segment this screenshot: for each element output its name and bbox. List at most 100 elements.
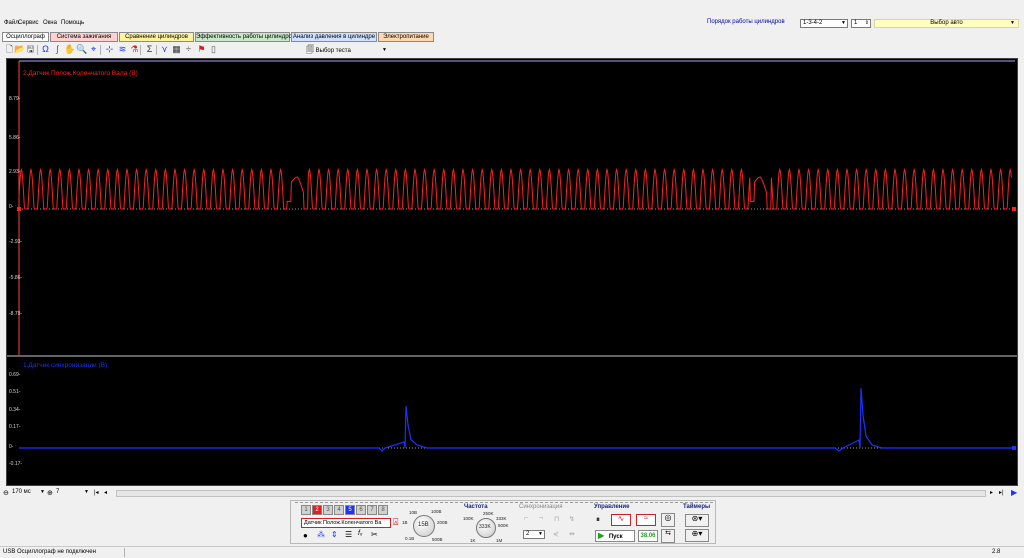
wave-icon[interactable]: ≋ <box>117 44 128 55</box>
menu-help[interactable]: Помощь <box>61 20 84 26</box>
flag-icon[interactable]: ⚑ <box>196 44 207 55</box>
tab-cylinder-efficiency[interactable]: Эффективность работы цилиндров <box>195 32 295 42</box>
open-folder-icon[interactable]: 📂 <box>14 44 25 55</box>
auto-sync-icon[interactable]: ↯ <box>569 515 575 523</box>
falling-edge-icon[interactable]: ¬ <box>539 515 543 522</box>
cylinder-order-select[interactable]: 1-3-4-2 ▼ <box>800 19 848 28</box>
time-scrollbar[interactable] <box>116 490 986 497</box>
channel-button-2[interactable]: 2 <box>312 505 322 515</box>
single-wave-icon[interactable]: ∿ <box>611 514 631 526</box>
crank-sensor-waveform <box>18 167 1012 210</box>
y-tick-label: 0.17- <box>9 424 21 430</box>
cylinder-number-stepper[interactable]: 1 ⇕ <box>851 19 871 28</box>
tools-icon[interactable]: ✂ <box>371 530 378 539</box>
auto-select-dropdown[interactable]: Выбор авто ▼ <box>874 19 1019 28</box>
tab-ignition[interactable]: Система зажигания <box>50 32 118 42</box>
channel-settings-icon[interactable]: ⍓ <box>393 517 398 528</box>
divide-icon[interactable]: ÷ <box>183 44 194 55</box>
probe-icon[interactable]: ⚗ <box>129 44 140 55</box>
channel-b-icon[interactable]: ∫ <box>52 44 63 55</box>
prev-icon[interactable]: ◂ <box>104 489 107 496</box>
timer-2-button[interactable]: ⊕▾ <box>685 529 709 542</box>
tab-label: Осциллограф <box>6 34 45 40</box>
x-tick-label: 63.000 мс <box>380 480 409 486</box>
toolbar-separator <box>156 45 157 55</box>
panel-handle[interactable] <box>295 502 713 504</box>
page-icon[interactable]: ▯ <box>208 44 219 55</box>
channel-button-7[interactable]: 7 <box>367 505 377 515</box>
frequency-value: 333K <box>479 524 491 530</box>
x-tick-label: 84.000 мс <box>500 480 528 486</box>
x-tick-label: 77.000 мс <box>460 480 488 486</box>
channel-a-icon[interactable]: Ω <box>40 44 51 55</box>
zoom-icon[interactable]: 🔍 <box>76 44 87 55</box>
tab-power-supply[interactable]: Электропитание <box>378 32 434 42</box>
test-select-label: Выбор теста <box>315 48 351 54</box>
mode-icon[interactable]: ⇆ <box>661 529 675 543</box>
frequency-title: Частота <box>464 504 488 510</box>
oscilloscope-display[interactable]: 2.Датчик Полож.Коленчатого Вала (В) 1.Да… <box>6 58 1018 486</box>
crosshair-icon[interactable]: ⊹ <box>104 44 115 55</box>
y-tick-label: 0- <box>9 204 14 210</box>
multi-wave-icon[interactable]: ≈ <box>636 514 656 526</box>
sync-level-icon[interactable]: ⋞ <box>553 530 559 538</box>
test-icon: 🗐 <box>306 45 314 54</box>
zoom-in-icon[interactable]: ⊕ <box>47 489 53 497</box>
timers-title: Таймеры <box>683 504 711 510</box>
sync-shift-icon[interactable]: ⇹ <box>569 530 575 538</box>
zoom-out-icon[interactable]: ⊖ <box>3 489 9 497</box>
tab-oscilloscope[interactable]: Осциллограф <box>2 32 49 42</box>
list-icon[interactable]: ☰ <box>345 530 352 539</box>
toolbar-separator <box>140 45 141 55</box>
channel-button-8[interactable]: 8 <box>378 505 388 515</box>
updown-icon[interactable]: ⇕ <box>331 530 338 539</box>
sigma-icon[interactable]: Σ <box>144 44 155 55</box>
next-icon[interactable]: ▸ <box>990 489 993 496</box>
chevron-down-icon[interactable]: ▼ <box>84 489 89 495</box>
rising-edge-icon[interactable]: ⌐ <box>524 515 528 522</box>
hand-icon[interactable]: ✋ <box>64 44 75 55</box>
x-tick-label: 133.000 мс <box>779 480 811 486</box>
trigger-channel-value[interactable]: 7 <box>56 489 59 495</box>
timebase-value[interactable]: 170 мс <box>12 489 31 495</box>
chevron-down-icon[interactable]: ▼ <box>40 489 45 495</box>
x-tick-label: 154.000 мс <box>899 480 930 486</box>
channel-button-1[interactable]: 1 <box>301 505 311 515</box>
eye-icon[interactable]: ● <box>303 531 308 540</box>
function-icon[interactable]: fₓ <box>358 530 363 537</box>
table-icon[interactable]: ▦ <box>171 44 182 55</box>
tab-pressure-analysis[interactable]: Анализ давления в цилиндре <box>291 32 377 42</box>
scatter-icon[interactable]: ⁂ <box>317 530 325 539</box>
sync-sensor-waveform <box>19 387 1012 452</box>
channel-button-4[interactable]: 4 <box>334 505 344 515</box>
chevron-down-icon: ▼ <box>382 47 387 53</box>
y-tick-label: -2.93- <box>9 239 23 245</box>
sync-channel-select[interactable]: 2 ▼ <box>523 530 545 539</box>
filter-icon[interactable]: ⋎ <box>159 44 170 55</box>
start-button[interactable]: ▶ Пуск <box>595 530 635 542</box>
channel-button-3[interactable]: 3 <box>323 505 333 515</box>
menu-file[interactable]: Файл <box>4 20 19 26</box>
status-divider <box>124 548 125 557</box>
y-tick-label: -8.79- <box>9 311 23 317</box>
pulse-icon[interactable]: ⊓ <box>554 515 559 523</box>
menu-service[interactable]: Сервис <box>18 20 39 26</box>
control-panel: 12345678 Датчик Полож.Коленчатого Ва ⍓ ●… <box>290 500 716 544</box>
marker-icon[interactable]: ⌖ <box>88 44 99 55</box>
channel-source-select[interactable]: Датчик Полож.Коленчатого Ва <box>301 518 391 528</box>
channel-button-5[interactable]: 5 <box>345 505 355 515</box>
channel-button-6[interactable]: 6 <box>356 505 366 515</box>
tab-label: Сравнение цилиндров <box>125 34 188 40</box>
menu-windows[interactable]: Окна <box>43 20 57 26</box>
channel-1-title: 2.Датчик Полож.Коленчатого Вала (В) <box>23 70 138 77</box>
timer-1-button[interactable]: ⊛▾ <box>685 514 709 527</box>
channel-1-marker <box>17 207 21 211</box>
pause-icon[interactable]: ⏸ <box>596 515 600 525</box>
camera-icon[interactable]: ◎ <box>661 513 675 527</box>
tab-cylinder-compare[interactable]: Сравнение цилиндров <box>119 32 194 42</box>
test-select-dropdown[interactable]: 🗐 Выбор теста ▼ <box>306 44 392 56</box>
last-page-icon[interactable]: ▸| <box>999 489 1004 496</box>
save-icon[interactable]: 🖫 <box>25 44 36 55</box>
first-page-icon[interactable]: |◂ <box>94 489 99 496</box>
play-icon[interactable]: ▶ <box>1011 488 1017 497</box>
